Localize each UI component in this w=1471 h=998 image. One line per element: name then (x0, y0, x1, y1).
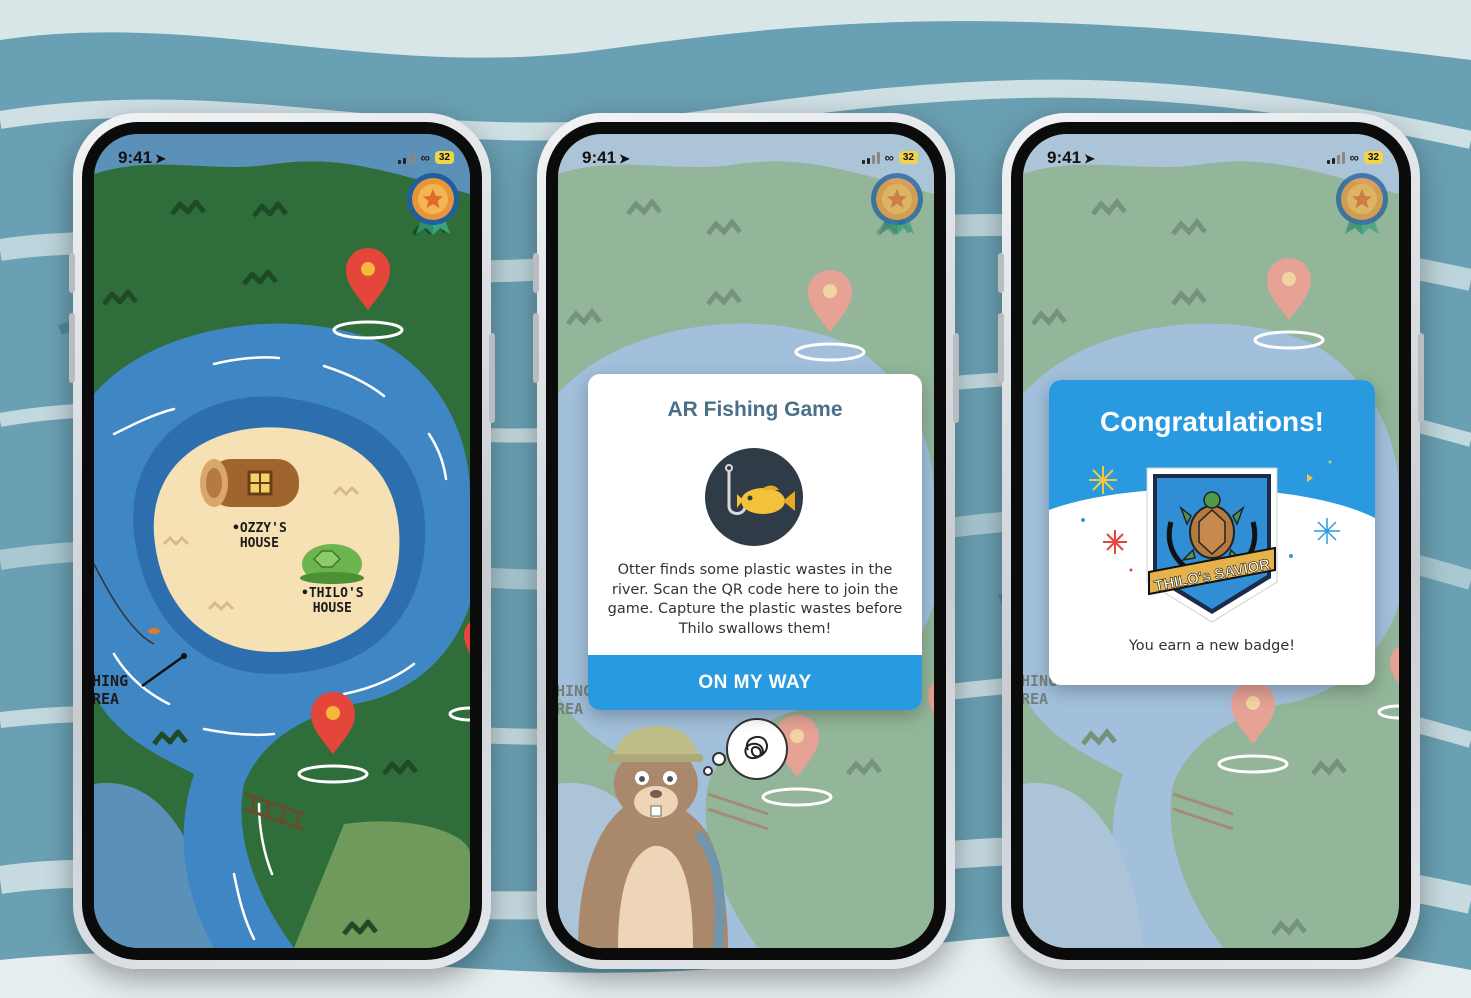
thilos-house-label: •THILO'S HOUSE (301, 586, 364, 616)
navigation-arrow-icon: ➤ (1084, 151, 1095, 166)
link-icon: ∞ (884, 150, 894, 165)
battery-icon: 32 (1363, 151, 1383, 164)
phone-map-screen: •OZZY'S HOUSE •THILO'S HOUSE HING REA 9:… (69, 113, 495, 969)
fishing-game-screen: HING REA 9:41 ➤ ∞ 32 AR Fishing Game Ott… (558, 134, 934, 948)
medal-icon[interactable] (868, 172, 926, 236)
navigation-arrow-icon: ➤ (155, 151, 166, 166)
signal-bars-icon (397, 151, 416, 164)
medal-icon[interactable] (404, 172, 462, 236)
medal-icon[interactable] (1333, 172, 1391, 236)
battery-icon: 32 (434, 151, 454, 164)
badge-earned-message: You earn a new badge! (1128, 638, 1296, 654)
status-time: 9:41 ➤ (1047, 148, 1095, 167)
navigation-arrow-icon: ➤ (619, 151, 630, 166)
dialog-description: Otter finds some plastic wastes in the r… (607, 562, 903, 637)
link-icon: ∞ (1349, 150, 1359, 165)
phone-fishing-game-screen: HING REA 9:41 ➤ ∞ 32 AR Fishing Game Ott… (533, 113, 959, 969)
congratulations-dialog: Congratulations! THILO's SAVIOR You earn… (1049, 380, 1375, 685)
thought-bubble (726, 718, 788, 780)
turtle-badge-icon: THILO's SAVIOR (1146, 467, 1278, 623)
ozzys-house-icon (200, 459, 299, 507)
on-my-way-button[interactable]: ON MY WAY (588, 655, 922, 710)
map-screen: •OZZY'S HOUSE •THILO'S HOUSE HING REA 9:… (94, 134, 470, 948)
ozzys-house-label: •OZZY'S HOUSE (232, 521, 287, 551)
ar-fishing-game-dialog: AR Fishing Game Otter finds some plastic… (588, 374, 922, 710)
phone-congratulations-screen: HING REA 9:41 ➤ ∞ 32 Congratulations! TH… (998, 113, 1424, 969)
fishing-area-label: HING REA (94, 672, 129, 708)
battery-icon: 32 (898, 151, 918, 164)
signal-bars-icon (861, 151, 880, 164)
fishing-hook-fish-icon (705, 448, 803, 546)
status-bar: 9:41 ➤ ∞ 32 (94, 148, 470, 170)
status-time: 9:41 ➤ (582, 148, 630, 167)
dialog-title: AR Fishing Game (667, 398, 843, 421)
congratulations-title: Congratulations! (1100, 406, 1324, 437)
status-bar: 9:41 ➤ ∞ 32 (558, 148, 934, 170)
status-bar: 9:41 ➤ ∞ 32 (1023, 148, 1399, 170)
status-time: 9:41 ➤ (118, 148, 166, 167)
signal-bars-icon (1326, 151, 1345, 164)
link-icon: ∞ (420, 150, 430, 165)
congratulations-screen: HING REA 9:41 ➤ ∞ 32 Congratulations! TH… (1023, 134, 1399, 948)
